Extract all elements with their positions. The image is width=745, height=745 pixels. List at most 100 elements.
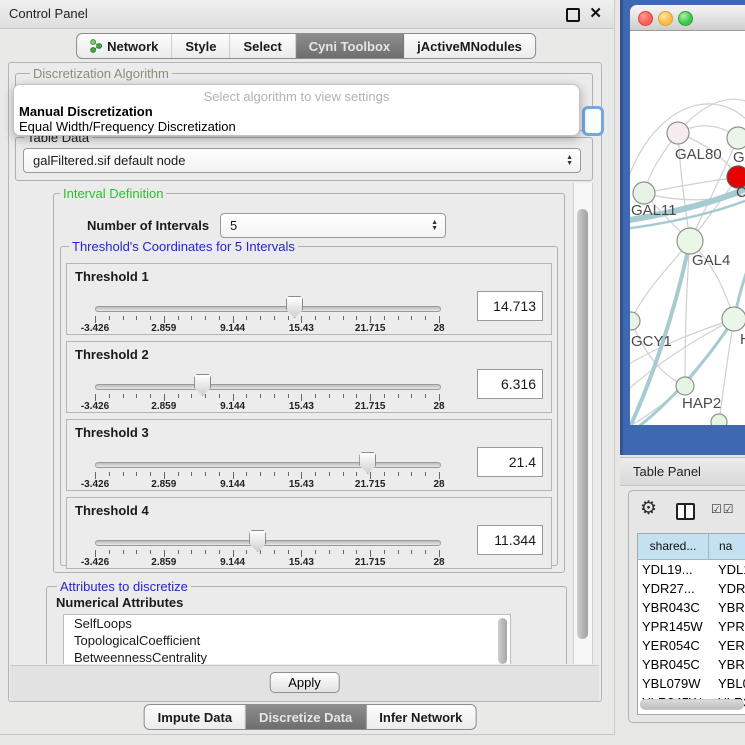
column-header-shared[interactable]: shared... [638,534,709,559]
table-row[interactable]: YPR145WYPR1 [638,617,745,636]
algorithm-combo-focus-ring[interactable] [582,106,604,136]
threshold-value-field[interactable]: 11.344 [477,525,543,555]
minimize-traffic-light-icon[interactable] [658,11,673,26]
tick-label: 9.144 [220,479,245,490]
control-panel-window: Control Panel ✕ NetworkStyleSelectCyni T… [0,0,615,735]
tick-mark [233,472,234,479]
network-node[interactable] [677,228,703,254]
float-icon[interactable] [566,8,580,22]
slider-track[interactable] [95,462,441,468]
number-of-intervals-value: 5 [221,218,431,233]
columns-icon[interactable] [676,503,695,520]
tick-label: 9.144 [220,323,245,334]
tab-style[interactable]: Style [172,34,230,58]
network-node[interactable] [630,312,640,330]
apply-button[interactable]: Apply [269,672,340,693]
tick-mark [136,316,137,320]
threshold-value-field[interactable]: 21.4 [477,447,543,477]
tick-mark [150,316,151,320]
tab-impute-data[interactable]: Impute Data [145,705,246,729]
tab-cyni-toolbox[interactable]: Cyni Toolbox [296,34,404,58]
table-row[interactable]: YER054CYER0 [638,636,745,655]
tab-label: Discretize Data [259,710,352,725]
attribute-item[interactable]: BetweennessCentrality [64,649,510,664]
numerical-attributes-list[interactable]: SelfLoopsTopologicalCoefficientBetweenne… [63,614,511,664]
gear-icon[interactable]: ⚙ [640,497,657,520]
slider-thumb[interactable] [286,296,303,318]
slider-thumb[interactable] [249,530,266,552]
table-data-combobox[interactable]: galFiltered.sif default node ▲▼ [23,148,581,173]
tab-select[interactable]: Select [230,34,295,58]
threshold-value-field[interactable]: 6.316 [477,369,543,399]
list-scrollbar[interactable] [498,618,507,664]
algorithm-option[interactable]: Equal Width/Frequency Discretization [14,119,579,134]
cell-name: YBR0 [712,655,745,674]
tick-mark [164,550,165,557]
tick-mark [260,316,261,320]
column-header-name[interactable]: na [709,534,745,559]
tick-mark [178,394,179,398]
network-node[interactable] [727,127,745,149]
network-edge [719,319,734,422]
tab-label: Select [243,39,281,54]
node-label: GAL4 [692,252,730,269]
algorithm-option[interactable]: Manual Discretization [14,104,579,119]
slider-thumb[interactable] [194,374,211,396]
network-node[interactable] [676,377,694,395]
threshold-row: Threshold 1-3.4262.8599.14415.4321.71528… [66,263,552,335]
threshold-value-field[interactable]: 14.713 [477,291,543,321]
attribute-item[interactable]: TopologicalCoefficient [64,632,510,649]
network-node[interactable] [667,122,689,144]
tick-mark [123,472,124,476]
tick-label: 9.144 [220,557,245,568]
tab-network[interactable]: Network [77,34,172,58]
network-node[interactable] [722,307,745,331]
tick-mark [233,316,234,323]
panel-scrollbar-thumb[interactable] [577,209,588,639]
tick-mark [274,550,275,554]
threshold-label: Threshold 2 [75,347,149,362]
tick-mark [384,550,385,554]
tick-mark [95,472,96,479]
close-traffic-light-icon[interactable] [638,11,653,26]
tab-discretize-data[interactable]: Discretize Data [246,705,366,729]
node-label: GAL11 [631,202,677,219]
tick-mark [370,394,371,401]
zoom-traffic-light-icon[interactable] [678,11,693,26]
tick-mark [219,316,220,320]
table-row[interactable]: YDR27...YDR2 [638,579,745,598]
cyni-bottom-tabbar: Impute Data Discretize Data Infer Network [144,704,477,730]
tick-mark [136,394,137,398]
tick-mark [370,472,371,479]
checkbox-checked-icon[interactable]: ☑☑ [711,502,735,516]
table-row[interactable]: YIL052CYIL0 [638,712,745,715]
network-node[interactable] [711,414,727,425]
tick-mark [343,472,344,476]
number-of-intervals-combobox[interactable]: 5 ▲▼ [220,213,446,238]
table-row[interactable]: YDL19...YDL1 [638,560,745,579]
table-horizontal-scrollbar[interactable] [640,699,744,710]
table-row[interactable]: YBR045CYBR0 [638,655,745,674]
network-node[interactable] [633,182,655,204]
tick-mark [343,550,344,554]
slider-track[interactable] [95,540,441,546]
cell-shared-name: YDL19... [638,560,712,579]
cell-name: YIL0 [712,712,745,715]
table-body: YDL19...YDL1YDR27...YDR2YBR043CYBR0YPR14… [638,560,745,715]
close-icon[interactable]: ✕ [589,4,602,22]
slider-thumb[interactable] [359,452,376,474]
slider-track[interactable] [95,306,441,312]
attribute-item[interactable]: SelfLoops [64,615,510,632]
table-row[interactable]: YBR043CYBR0 [638,598,745,617]
panel-scrollbar-track[interactable] [573,183,593,664]
tab-infer-network[interactable]: Infer Network [366,705,475,729]
tick-mark [356,394,357,398]
table-row[interactable]: YBL079WYBL0 [638,674,745,693]
tab-jactivemnodules[interactable]: jActiveMNodules [404,34,535,58]
tick-mark [109,472,110,476]
network-canvas[interactable]: GAL80GACGAL11GAL4GCY1HHAP2 [630,31,745,425]
tick-mark [370,550,371,557]
tick-mark [246,550,247,554]
tick-label: 15.43 [289,401,314,412]
slider-track[interactable] [95,384,441,390]
